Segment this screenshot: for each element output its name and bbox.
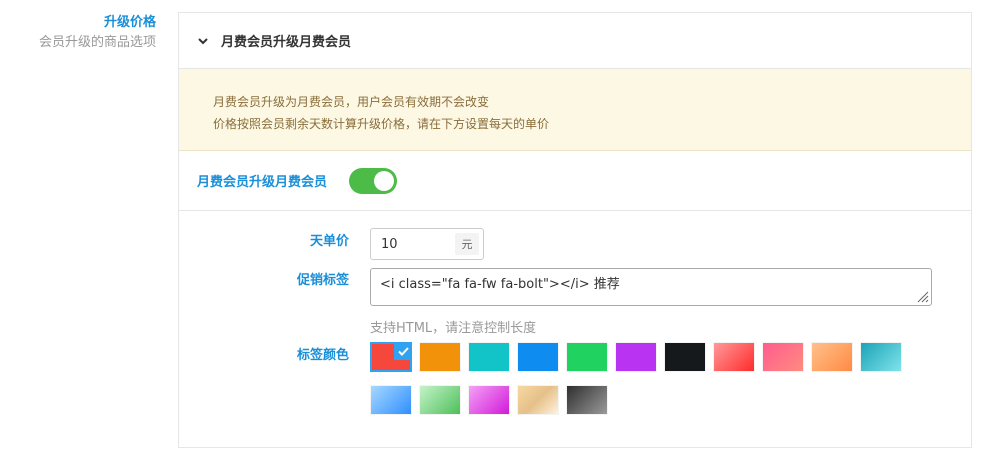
tag-textarea[interactable]: <i class="fa fa-fw fa-bolt"></i> 推荐 xyxy=(370,268,932,306)
color-swatch-pink-gradient[interactable] xyxy=(762,342,804,372)
toggle-row: 月费会员升级月费会员 xyxy=(179,151,971,211)
toggle-knob xyxy=(374,170,394,191)
color-swatch-green[interactable] xyxy=(566,342,608,372)
price-label: 天单价 xyxy=(309,234,349,249)
notice-line: 月费会员升级为月费会员，用户会员有效期不会改变 xyxy=(213,95,490,109)
tag-value: <i class="fa fa-fw fa-bolt"></i> 推荐 xyxy=(380,277,620,292)
check-icon xyxy=(394,342,412,360)
color-swatch-gold-gradient[interactable] xyxy=(517,385,559,415)
tag-label: 促销标签 xyxy=(296,273,349,288)
section-subtitle: 会员升级的商品选项 xyxy=(38,35,156,50)
color-swatch-black[interactable] xyxy=(664,342,706,372)
chevron-down-icon[interactable] xyxy=(197,35,209,47)
color-swatch-peach-gradient[interactable] xyxy=(811,342,853,372)
price-input[interactable] xyxy=(371,230,451,258)
color-swatch-blue[interactable] xyxy=(517,342,559,372)
panel-title: 月费会员升级月费会员 xyxy=(221,35,352,50)
tag-hint: 支持HTML，请注意控制长度 xyxy=(370,321,537,336)
toggle-label: 月费会员升级月费会员 xyxy=(196,175,327,190)
color-swatch-red-gradient[interactable] xyxy=(713,342,755,372)
color-swatch-red[interactable] xyxy=(370,342,412,372)
panel-header[interactable]: 月费会员升级月费会员 xyxy=(179,13,971,69)
notice-box: 月费会员升级为月费会员，用户会员有效期不会改变 价格按照会员剩余天数计算升级价格… xyxy=(179,69,971,151)
color-swatch-teal[interactable] xyxy=(468,342,510,372)
notice-line: 价格按照会员剩余天数计算升级价格，请在下方设置每天的单价 xyxy=(213,117,550,131)
color-swatch-mint-gradient[interactable] xyxy=(419,385,461,415)
color-swatch-orange[interactable] xyxy=(419,342,461,372)
color-swatch-cyan-gradient[interactable] xyxy=(860,342,902,372)
color-swatch-sky-gradient[interactable] xyxy=(370,385,412,415)
price-field: 元 xyxy=(370,228,484,260)
color-swatch-magenta-gradient[interactable] xyxy=(468,385,510,415)
upgrade-toggle[interactable] xyxy=(349,167,397,194)
upgrade-panel: 月费会员升级月费会员 月费会员升级为月费会员，用户会员有效期不会改变 价格按照会… xyxy=(178,12,972,448)
resize-handle-icon[interactable] xyxy=(915,289,929,303)
unit-label: 元 xyxy=(455,233,479,255)
color-swatch-purple[interactable] xyxy=(615,342,657,372)
color-label: 标签颜色 xyxy=(296,348,349,363)
section-title: 升级价格 xyxy=(103,15,156,30)
section-label: 升级价格 会员升级的商品选项 xyxy=(39,14,156,52)
color-swatch-gray-gradient[interactable] xyxy=(566,385,608,415)
